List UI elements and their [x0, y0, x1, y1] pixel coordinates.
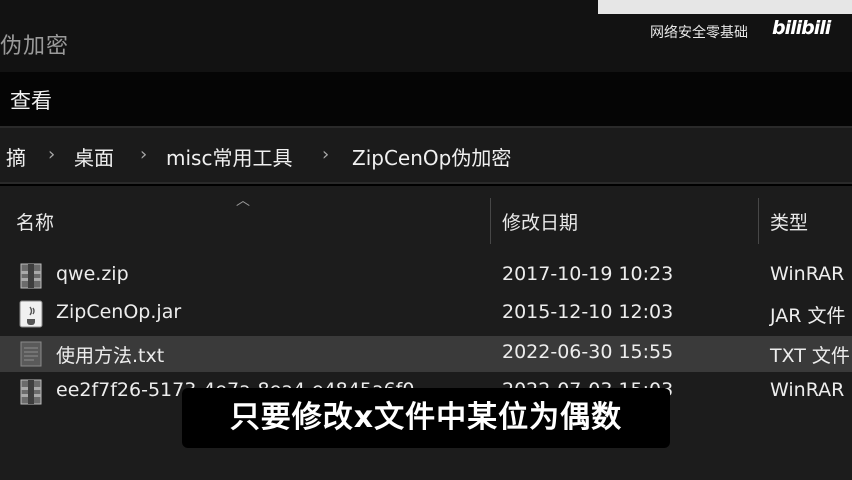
java-jar-icon — [19, 300, 43, 328]
ribbon: 查看 — [0, 72, 852, 126]
file-name: ZipCenOp.jar — [56, 301, 182, 323]
file-modified: 2017-10-19 10:23 — [502, 263, 674, 285]
title-bar: 伪加密 网络安全零基础 bilibili — [0, 0, 852, 72]
file-name: qwe.zip — [56, 263, 129, 285]
breadcrumb-separator-icon[interactable]: › — [48, 144, 55, 165]
file-row-selected[interactable]: 使用方法.txt 2022-06-30 15:55 TXT 文件 — [0, 336, 852, 372]
column-divider[interactable] — [490, 198, 491, 244]
column-header-name[interactable]: 名称 — [16, 208, 54, 235]
address-bar[interactable]: 摘 › 桌面 › misc常用工具 › ZipCenOp伪加密 — [0, 126, 852, 184]
column-header-modified[interactable]: 修改日期 — [502, 208, 578, 235]
breadcrumb-item-desktop[interactable]: 桌面 — [74, 142, 114, 171]
sort-ascending-icon: ︿ — [236, 193, 250, 209]
text-file-icon — [20, 341, 42, 367]
window-title: 伪加密 — [0, 34, 70, 59]
file-type: TXT 文件 — [770, 345, 850, 367]
file-type: WinRAR — [770, 263, 845, 285]
winrar-archive-icon — [20, 263, 42, 289]
video-subtitle: 只要修改x文件中某位为偶数 — [182, 388, 670, 448]
column-divider[interactable] — [758, 198, 759, 244]
file-row[interactable]: ZipCenOp.jar 2015-12-10 12:03 JAR 文件 — [0, 296, 852, 332]
winrar-archive-icon — [20, 379, 42, 405]
column-header-type[interactable]: 类型 — [770, 208, 808, 235]
breadcrumb-item-misc-tools[interactable]: misc常用工具 — [166, 142, 292, 171]
file-type: WinRAR — [770, 379, 845, 401]
breadcrumb-separator-icon[interactable]: › — [140, 144, 147, 165]
file-modified: 2015-12-10 12:03 — [502, 301, 674, 323]
file-row[interactable]: qwe.zip 2017-10-19 10:23 WinRAR — [0, 258, 852, 294]
watermark-text: 网络安全零基础 — [650, 25, 748, 41]
title-bar-strip — [598, 0, 852, 14]
breadcrumb-separator-icon[interactable]: › — [322, 144, 329, 165]
bilibili-logo: bilibili — [772, 17, 831, 39]
file-name: 使用方法.txt — [56, 345, 165, 367]
file-type: JAR 文件 — [770, 305, 846, 327]
file-modified: 2022-06-30 15:55 — [502, 341, 674, 363]
view-menu[interactable]: 查看 — [10, 85, 52, 115]
breadcrumb-item-zipcenop[interactable]: ZipCenOp伪加密 — [352, 142, 511, 171]
breadcrumb-item-desktop-parent[interactable]: 摘 — [6, 142, 26, 171]
